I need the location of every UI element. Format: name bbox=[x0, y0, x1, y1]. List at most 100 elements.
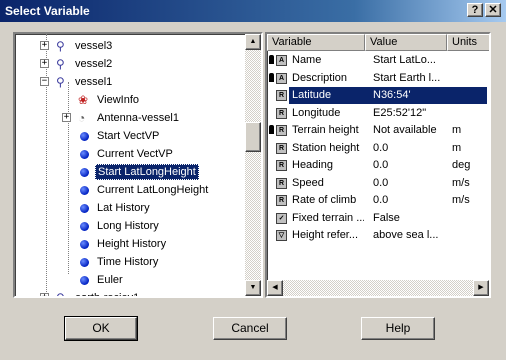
grid-cell-variable: Fixed terrain ... bbox=[292, 211, 364, 224]
satellite-icon: ⚲ bbox=[56, 39, 65, 53]
close-button[interactable]: ✕ bbox=[485, 3, 501, 17]
grid-row[interactable]: R Longitude E25:52'12" bbox=[267, 105, 487, 122]
variable-type-icon: R bbox=[276, 160, 287, 171]
grid-cell-value: False bbox=[373, 211, 400, 224]
collapse-icon[interactable]: − bbox=[40, 77, 49, 86]
variable-type-icon: A bbox=[276, 55, 287, 66]
tree-scroll-down-button[interactable]: ▼ bbox=[245, 280, 261, 296]
tree-item-label: Start LatLongHeight bbox=[95, 164, 199, 180]
tree-item[interactable]: Current VectVP bbox=[15, 145, 245, 163]
tree-item[interactable]: Start VectVP bbox=[15, 127, 245, 145]
expand-icon[interactable]: + bbox=[40, 41, 49, 50]
tree-item-label: ViewInfo bbox=[97, 94, 139, 106]
variable-tree[interactable]: + ⚲ vessel3 + ⚲ vessel2− ⚲ vessel1 ❀ ViewInfo + ◔ An… bbox=[13, 32, 263, 298]
variable-type-icon: A bbox=[276, 72, 287, 84]
grid-cell-variable: Longitude bbox=[292, 106, 341, 119]
tree-item-label: Lat History bbox=[97, 202, 150, 214]
column-header-units[interactable]: Units bbox=[447, 34, 489, 51]
lock-icon bbox=[269, 72, 274, 82]
variable-dot-icon bbox=[80, 168, 89, 177]
variable-grid[interactable]: Variable Value Units A Name Start LatLo...… bbox=[265, 32, 491, 298]
column-header-value[interactable]: Value bbox=[365, 34, 447, 51]
tree-item[interactable]: + ⚲ earth-reciev1 bbox=[15, 289, 245, 298]
grid-row[interactable]: R Station height 0.0 m bbox=[267, 140, 487, 157]
expand-icon[interactable]: + bbox=[62, 113, 71, 122]
column-header-variable[interactable]: Variable bbox=[267, 34, 365, 51]
tree-item[interactable]: Height History bbox=[15, 235, 245, 253]
grid-cell-variable: Description bbox=[292, 71, 348, 84]
help-button[interactable]: Help bbox=[361, 317, 435, 340]
variable-type-icon: R bbox=[276, 125, 287, 136]
grid-cell-value: 0.0 bbox=[373, 194, 389, 206]
variable-dot-icon bbox=[80, 150, 89, 159]
grid-cell-value: E25:52'12" bbox=[373, 106, 427, 119]
grid-row[interactable]: R Latitude N36:54' bbox=[267, 87, 487, 104]
grid-cell-value: Start Earth l... bbox=[373, 71, 441, 84]
grid-row[interactable]: R Heading 0.0 deg bbox=[267, 157, 487, 174]
grid-cell-value: Not available bbox=[373, 124, 437, 136]
variable-type-icon: ✓ bbox=[276, 212, 287, 224]
grid-row[interactable]: R Rate of climb 0.0 m/s bbox=[267, 192, 487, 209]
grid-row[interactable]: R Speed 0.0 m/s bbox=[267, 175, 487, 192]
grid-cell-units: m/s bbox=[452, 176, 470, 189]
tree-item[interactable]: − ⚲ vessel1 bbox=[15, 73, 245, 91]
tree-item[interactable]: Long History bbox=[15, 217, 245, 235]
tree-item[interactable]: Euler bbox=[15, 271, 245, 289]
grid-cell-variable: Speed bbox=[292, 176, 324, 189]
tree-item[interactable]: ❀ ViewInfo bbox=[15, 91, 245, 109]
tree-item-label: Euler bbox=[97, 274, 123, 286]
grid-scroll-left-button[interactable]: ◀ bbox=[267, 280, 283, 296]
variable-type-icon: R bbox=[276, 142, 287, 154]
tree-item-label: vessel3 bbox=[75, 40, 113, 52]
tree-item-label: Current VectVP bbox=[97, 148, 173, 160]
variable-dot-icon bbox=[80, 258, 89, 267]
expand-icon[interactable]: + bbox=[40, 293, 49, 296]
tree-item[interactable]: Current LatLongHeight bbox=[15, 181, 245, 199]
grid-row[interactable]: A Name Start LatLo... bbox=[267, 52, 487, 69]
grid-cell-value: 0.0 bbox=[373, 176, 389, 189]
satellite-icon: ⚲ bbox=[56, 75, 65, 89]
variable-dot-icon bbox=[80, 132, 89, 141]
variable-type-icon: R bbox=[276, 90, 287, 101]
tree-item-label: Long History bbox=[97, 220, 159, 232]
expand-icon[interactable]: + bbox=[40, 59, 49, 68]
grid-cell-units: m bbox=[452, 141, 462, 154]
tree-vertical-scrollbar[interactable]: ▲ ▼ bbox=[245, 34, 261, 296]
lock-icon bbox=[269, 125, 274, 134]
ok-button[interactable]: OK bbox=[64, 316, 138, 341]
tree-item[interactable]: Lat History bbox=[15, 199, 245, 217]
title-bar: Select Variable ? ✕ bbox=[0, 0, 506, 22]
grid-cell-units: m bbox=[452, 124, 462, 136]
variable-type-icon: ▽ bbox=[276, 230, 287, 241]
grid-cell-variable: Name bbox=[292, 54, 322, 66]
grid-cell-variable: Station height bbox=[292, 141, 360, 154]
grid-row[interactable]: ▽ Height refer... above sea l... bbox=[267, 227, 487, 244]
tree-item-label: Start VectVP bbox=[97, 130, 160, 142]
grid-row[interactable]: A Description Start Earth l... bbox=[267, 70, 487, 87]
help-title-button[interactable]: ? bbox=[467, 3, 483, 17]
tree-item-label: Antenna-vessel1 bbox=[97, 112, 179, 124]
tree-item[interactable]: Start LatLongHeight bbox=[15, 163, 245, 181]
tree-item-label: Current LatLongHeight bbox=[97, 184, 209, 196]
tree-item[interactable]: + ◔ Antenna-vessel1 bbox=[15, 109, 245, 127]
tree-item[interactable]: Time History bbox=[15, 253, 245, 271]
tree-item-label: Time History bbox=[97, 256, 159, 268]
window-title: Select Variable bbox=[5, 4, 90, 18]
cancel-button[interactable]: Cancel bbox=[213, 317, 287, 340]
tree-item-label: vessel2 bbox=[75, 58, 113, 70]
grid-cell-variable: Terrain height bbox=[292, 124, 359, 136]
grid-row[interactable]: ✓ Fixed terrain ... False bbox=[267, 210, 487, 227]
tree-item-label: vessel1 bbox=[75, 76, 113, 88]
grid-cell-units: deg bbox=[452, 159, 471, 171]
tree-scroll-thumb[interactable] bbox=[245, 122, 261, 152]
tree-item[interactable]: + ⚲ vessel2 bbox=[15, 55, 245, 73]
grid-scroll-right-button[interactable]: ▶ bbox=[473, 280, 489, 296]
tree-scroll-up-button[interactable]: ▲ bbox=[245, 34, 261, 50]
satellite-icon: ⚲ bbox=[56, 291, 65, 298]
grid-row[interactable]: R Terrain height Not available m bbox=[267, 122, 487, 139]
tree-item[interactable]: + ⚲ vessel3 bbox=[15, 37, 245, 55]
grid-cell-units: m/s bbox=[452, 194, 470, 206]
grid-cell-variable: Latitude bbox=[292, 89, 332, 101]
variable-dot-icon bbox=[80, 276, 89, 285]
grid-horizontal-scrollbar[interactable]: ◀ ▶ bbox=[267, 280, 489, 296]
